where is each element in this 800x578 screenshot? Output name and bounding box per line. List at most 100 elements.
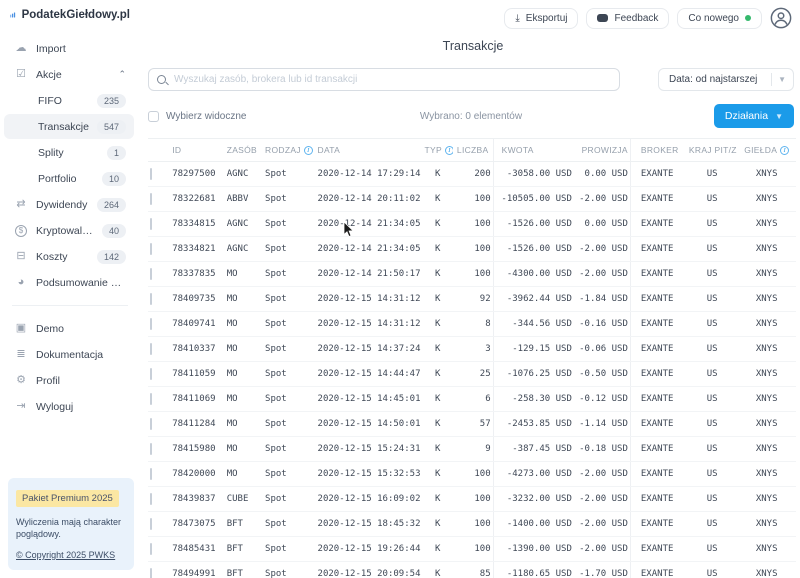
column-header-prowizja[interactable]: PROWIZJA <box>574 139 631 162</box>
sidebar-item-label: Import <box>36 43 126 55</box>
cell-typ: K <box>423 537 453 562</box>
cell-rodzaj: Spot <box>263 287 315 312</box>
table-row: 78473075BFTSpot2020-12-15 18:45:32K100-1… <box>148 512 796 537</box>
cell-rodzaj: Spot <box>263 187 315 212</box>
row-checkbox[interactable] <box>150 543 152 555</box>
sidebar-nav: ImportAkcje⌃FIFO235Transakcje547Splity1P… <box>0 36 140 419</box>
column-header-label: TYP <box>425 145 442 155</box>
sidebar-item-profil[interactable]: Profil <box>4 368 134 393</box>
row-checkbox[interactable] <box>150 268 152 280</box>
whats-new-button[interactable]: Co nowego <box>677 8 762 29</box>
column-header-id[interactable]: ID <box>170 139 225 162</box>
row-checkbox[interactable] <box>150 368 152 380</box>
cell-id: 78485431 <box>170 537 225 562</box>
cell-liczba: 9 <box>453 437 493 462</box>
row-checkbox[interactable] <box>150 168 152 180</box>
row-checkbox[interactable] <box>150 293 152 305</box>
sidebar-item-import[interactable]: Import <box>4 36 134 61</box>
info-icon[interactable]: i <box>780 146 789 155</box>
cell-zasob: CUBE <box>225 487 263 512</box>
cell-id: 78337835 <box>170 262 225 287</box>
column-header-label: GIEŁDA <box>744 145 777 155</box>
table-row: 78411069MOSpot2020-12-15 14:45:01K6-258.… <box>148 387 796 412</box>
row-checkbox[interactable] <box>150 343 152 355</box>
cell-rodzaj: Spot <box>263 387 315 412</box>
column-header-kwota[interactable]: KWOTA <box>493 139 574 162</box>
sidebar-item-pit38[interactable]: Podsumowanie PIT-38 <box>4 270 134 295</box>
app-logo[interactable]: PodatekGiełdowy.pl <box>0 8 140 22</box>
sidebar-item-portfolio[interactable]: Portfolio10 <box>4 166 134 191</box>
row-checkbox[interactable] <box>150 193 152 205</box>
search-input[interactable] <box>172 73 611 86</box>
cell-gielda: XNYS <box>737 487 796 512</box>
column-header-data[interactable]: DATA <box>316 139 423 162</box>
column-header-rodzaj[interactable]: RODZAJi <box>263 139 315 162</box>
sidebar-item-akcje[interactable]: Akcje⌃ <box>4 62 134 87</box>
select-visible-checkbox[interactable] <box>148 111 159 122</box>
sidebar-item-demo[interactable]: Demo <box>4 316 134 341</box>
cell-broker: EXANTE <box>630 212 687 237</box>
user-avatar-icon[interactable] <box>770 7 792 29</box>
cell-prowizja: -2.00 USD <box>574 187 631 212</box>
cell-kraj: US <box>687 537 737 562</box>
column-header-typ[interactable]: TYPi <box>423 139 453 162</box>
row-checkbox[interactable] <box>150 393 152 405</box>
cell-liczba: 100 <box>453 262 493 287</box>
crypto-icon <box>14 225 28 237</box>
row-checkbox[interactable] <box>150 443 152 455</box>
cell-gielda: XNYS <box>737 287 796 312</box>
row-checkbox[interactable] <box>150 318 152 330</box>
row-checkbox[interactable] <box>150 218 152 230</box>
column-header-liczba[interactable]: LICZBA <box>453 139 493 162</box>
row-checkbox[interactable] <box>150 518 152 530</box>
cell-typ: K <box>423 287 453 312</box>
column-header-zasob[interactable]: ZASÓB <box>225 139 263 162</box>
cell-kwota: -129.15 USD <box>493 337 574 362</box>
cell-data: 2020-12-15 14:45:01 <box>316 387 423 412</box>
search-icon <box>157 75 166 84</box>
sidebar-item-koszty[interactable]: Koszty142 <box>4 244 134 269</box>
feedback-button[interactable]: Feedback <box>586 8 669 29</box>
row-checkbox[interactable] <box>150 418 152 430</box>
logout-icon <box>14 401 28 412</box>
sort-select[interactable]: Data: od najstarszej ▼ <box>658 68 794 91</box>
column-header-kraj[interactable]: KRAJ PIT/ZGi <box>687 139 737 162</box>
info-icon[interactable]: i <box>304 146 313 155</box>
cell-liczba: 3 <box>453 337 493 362</box>
cell-data: 2020-12-15 14:37:24 <box>316 337 423 362</box>
row-checkbox[interactable] <box>150 243 152 255</box>
cell-kwota: -1526.00 USD <box>493 237 574 262</box>
sidebar-item-splity[interactable]: Splity1 <box>4 140 134 165</box>
cell-zasob: MO <box>225 387 263 412</box>
selection-row: Wybierz widoczne Wybrano: 0 elementów Dz… <box>146 104 800 128</box>
search-box[interactable] <box>148 68 620 91</box>
row-checkbox[interactable] <box>150 468 152 480</box>
sidebar-item-kryptowaluty[interactable]: Kryptowaluty40 <box>4 218 134 243</box>
row-checkbox[interactable] <box>150 568 152 578</box>
cell-liczba: 6 <box>453 387 493 412</box>
table-row: 78337835MOSpot2020-12-14 21:50:17K100-43… <box>148 262 796 287</box>
cell-zasob: BFT <box>225 562 263 578</box>
docs-icon <box>14 349 28 360</box>
info-icon[interactable]: i <box>445 146 453 155</box>
actions-button[interactable]: Działania ▼ <box>714 104 794 128</box>
sidebar-item-fifo[interactable]: FIFO235 <box>4 88 134 113</box>
copyright-link[interactable]: © Copyright 2025 PWKS <box>16 550 115 560</box>
export-button[interactable]: ⤓ Eksportuj <box>504 8 578 29</box>
column-header-gielda[interactable]: GIEŁDAi <box>737 139 796 162</box>
column-header-broker[interactable]: BROKER <box>630 139 687 162</box>
cell-kwota: -3058.00 USD <box>493 162 574 187</box>
column-header-label: KWOTA <box>502 145 534 155</box>
cell-kraj: US <box>687 362 737 387</box>
header-checkbox-spacer <box>148 139 170 162</box>
cell-gielda: XNYS <box>737 462 796 487</box>
cell-data: 2020-12-15 19:26:44 <box>316 537 423 562</box>
cell-broker: EXANTE <box>630 187 687 212</box>
row-checkbox[interactable] <box>150 493 152 505</box>
sidebar-item-dokumentacja[interactable]: Dokumentacja <box>4 342 134 367</box>
sidebar-item-wyloguj[interactable]: Wyloguj <box>4 394 134 419</box>
sidebar-item-label: Profil <box>36 375 126 387</box>
cell-prowizja: -0.06 USD <box>574 337 631 362</box>
sidebar-item-dywidendy[interactable]: Dywidendy264 <box>4 192 134 217</box>
sidebar-item-transakcje[interactable]: Transakcje547 <box>4 114 134 139</box>
